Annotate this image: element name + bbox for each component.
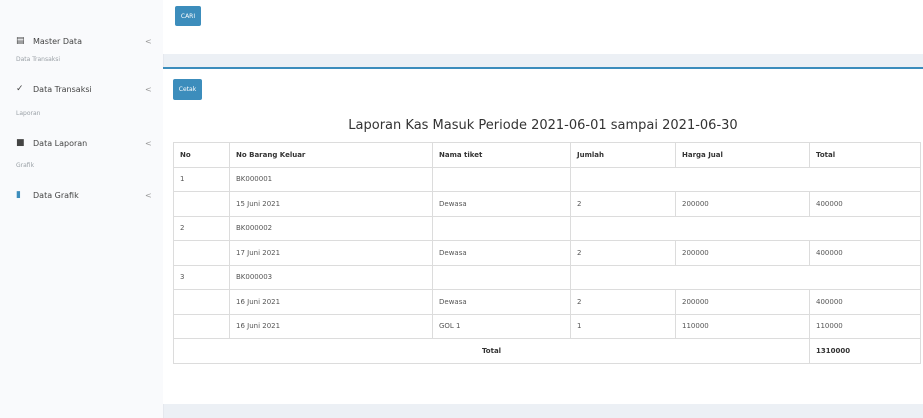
column-header-no: No	[173, 142, 230, 168]
table-total-row: Total 1310000	[173, 338, 921, 364]
table-cell: 110000	[809, 313, 921, 339]
table-cell: 200000	[675, 289, 810, 315]
table-cell	[432, 264, 571, 290]
table-row: 3 BK000003	[173, 264, 921, 290]
table-row: 1 BK000001	[173, 166, 921, 192]
table-cell: GOL 1	[432, 313, 571, 339]
table-cell: 16 Juni 2021	[229, 289, 433, 315]
sidebar-item-data-grafik[interactable]: ▮ Data Grafik <	[0, 184, 163, 206]
cart-icon: ✓	[16, 84, 24, 94]
report-panel: Cetak Laporan Kas Masuk Periode 2021-06-…	[163, 67, 923, 404]
sidebar-item-label: Master Data	[33, 36, 82, 46]
table-cell: 400000	[809, 289, 921, 315]
table-cell: BK000001	[229, 166, 433, 192]
table-cell: 400000	[809, 191, 921, 217]
table-cell: 200000	[675, 240, 810, 266]
table-cell: 3	[173, 264, 230, 290]
sidebar: ▤ Master Data < Data Transaksi ✓ Data Tr…	[0, 0, 164, 418]
database-icon: ▤	[16, 36, 25, 46]
sidebar-item-master-data[interactable]: ▤ Master Data <	[0, 30, 163, 52]
table-cell: 110000	[675, 313, 810, 339]
table-cell: 15 Juni 2021	[229, 191, 433, 217]
table-cell	[173, 289, 230, 315]
print-button[interactable]: Cetak	[173, 79, 202, 100]
table-cell: Dewasa	[432, 289, 571, 315]
column-header-nama-tiket: Nama tiket	[432, 142, 571, 168]
search-panel: CARI	[163, 0, 923, 54]
table-cell: 2	[173, 215, 230, 241]
table-cell: 200000	[675, 191, 810, 217]
book-icon: ■	[16, 138, 25, 148]
chevron-left-icon: <	[145, 138, 152, 148]
table-row: 2 BK000002	[173, 215, 921, 241]
total-value: 1310000	[809, 338, 921, 364]
chevron-left-icon: <	[145, 84, 152, 94]
report-table: No No Barang Keluar Nama tiket Jumlah Ha…	[173, 142, 921, 364]
chevron-left-icon: <	[145, 190, 152, 200]
bar-chart-icon: ▮	[16, 190, 21, 200]
report-title: Laporan Kas Masuk Periode 2021-06-01 sam…	[348, 118, 738, 133]
total-label: Total	[173, 338, 810, 364]
table-cell	[432, 215, 571, 241]
table-row: 17 Juni 2021 Dewasa 2 200000 400000	[173, 240, 921, 266]
table-cell: 2	[570, 289, 676, 315]
sidebar-item-label: Data Transaksi	[33, 84, 92, 94]
table-cell	[432, 166, 571, 192]
table-header-row: No No Barang Keluar Nama tiket Jumlah Ha…	[173, 142, 921, 168]
table-cell	[173, 191, 230, 217]
column-header-harga-jual: Harga Jual	[675, 142, 810, 168]
table-cell: 1	[570, 313, 676, 339]
table-cell	[570, 215, 921, 241]
sidebar-item-data-transaksi[interactable]: ✓ Data Transaksi <	[0, 78, 163, 100]
table-cell: 16 Juni 2021	[229, 313, 433, 339]
sidebar-header-laporan: Laporan	[16, 110, 41, 117]
table-cell: 1	[173, 166, 230, 192]
sidebar-item-data-laporan[interactable]: ■ Data Laporan <	[0, 132, 163, 154]
table-cell: 2	[570, 191, 676, 217]
table-cell: 2	[570, 240, 676, 266]
table-cell	[173, 240, 230, 266]
search-button[interactable]: CARI	[175, 6, 201, 26]
table-cell: Dewasa	[432, 191, 571, 217]
table-cell: 400000	[809, 240, 921, 266]
table-cell: BK000003	[229, 264, 433, 290]
table-row: 16 Juni 2021 Dewasa 2 200000 400000	[173, 289, 921, 315]
table-cell: Dewasa	[432, 240, 571, 266]
column-header-jumlah: Jumlah	[570, 142, 676, 168]
chevron-left-icon: <	[145, 36, 152, 46]
sidebar-header-grafik: Grafik	[16, 162, 35, 169]
table-row: 16 Juni 2021 GOL 1 1 110000 110000	[173, 313, 921, 339]
table-cell	[173, 313, 230, 339]
table-cell: 17 Juni 2021	[229, 240, 433, 266]
sidebar-header-transaksi: Data Transaksi	[16, 56, 61, 63]
sidebar-item-label: Data Laporan	[33, 138, 88, 148]
table-row: 15 Juni 2021 Dewasa 2 200000 400000	[173, 191, 921, 217]
table-cell	[570, 166, 921, 192]
column-header-no-barang-keluar: No Barang Keluar	[229, 142, 433, 168]
column-header-total: Total	[809, 142, 921, 168]
sidebar-item-label: Data Grafik	[33, 190, 79, 200]
table-cell: BK000002	[229, 215, 433, 241]
table-cell	[570, 264, 921, 290]
